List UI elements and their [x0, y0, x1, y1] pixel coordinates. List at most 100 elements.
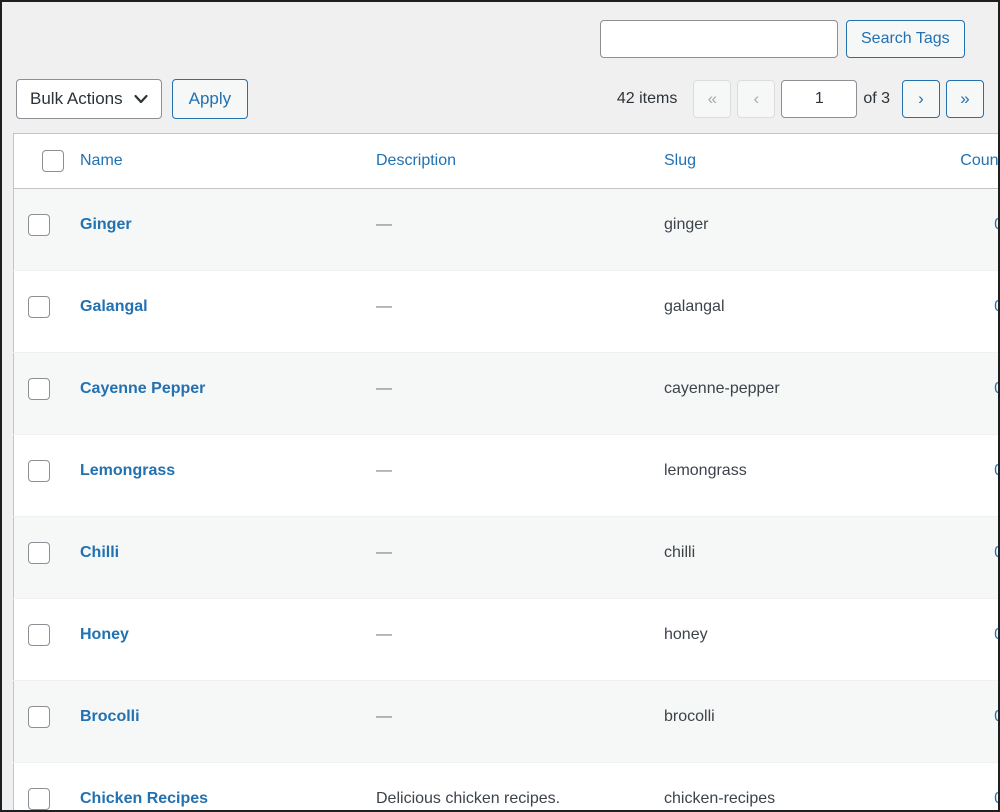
row-checkbox[interactable] — [28, 460, 50, 482]
row-select-cell — [13, 680, 80, 763]
tag-description: — — [376, 626, 392, 643]
tag-count-link[interactable]: 0 — [994, 462, 998, 479]
row-name-cell: Chicken Recipes — [80, 762, 376, 810]
row-name-cell: Ginger — [80, 188, 376, 271]
tag-name-link[interactable]: Chilli — [80, 544, 119, 561]
table-row[interactable]: Ginger — ginger 0 — [13, 188, 998, 271]
row-name-cell: Chilli — [80, 516, 376, 599]
row-count-cell: 0 — [907, 188, 998, 271]
tag-name-link[interactable]: Galangal — [80, 298, 148, 315]
tag-count-link[interactable]: 0 — [994, 298, 998, 315]
table-body: Ginger—ginger0Galangal—galangal0Cayenne … — [13, 188, 998, 810]
row-name-cell: Galangal — [80, 270, 376, 353]
table-row[interactable]: Brocolli — brocolli 0 — [13, 680, 998, 763]
apply-button[interactable]: Apply — [171, 79, 249, 119]
row-slug-cell: honey — [664, 598, 907, 681]
row-count-cell: 0 — [907, 516, 998, 599]
row-select-cell — [13, 434, 80, 517]
tag-name-link[interactable]: Brocolli — [80, 708, 140, 725]
row-checkbox[interactable] — [28, 214, 50, 236]
row-name-cell: Lemongrass — [80, 434, 376, 517]
tag-slug: cayenne-pepper — [664, 380, 780, 397]
column-header-name[interactable]: Name — [80, 133, 376, 189]
tag-name-link[interactable]: Ginger — [80, 216, 132, 233]
tag-description: — — [376, 216, 392, 233]
admin-page-frame: Search Tags Bulk Actions Apply 42 items … — [0, 0, 1000, 812]
row-count-cell: 0 — [907, 434, 998, 517]
row-slug-cell: chicken-recipes — [664, 762, 907, 810]
search-input[interactable] — [600, 20, 838, 58]
row-checkbox[interactable] — [28, 378, 50, 400]
tag-count-link[interactable]: 0 — [994, 626, 998, 643]
table-row[interactable]: Chilli — chilli 0 — [13, 516, 998, 599]
prev-page-button[interactable]: ‹ — [737, 80, 776, 118]
tag-count-link[interactable]: 0 — [994, 216, 998, 233]
tag-count-link[interactable]: 0 — [994, 708, 998, 725]
search-tags-button[interactable]: Search Tags — [846, 20, 965, 58]
next-page-button[interactable]: › — [902, 80, 940, 118]
row-checkbox[interactable] — [28, 706, 50, 728]
tag-count-link[interactable]: 0 — [994, 544, 998, 561]
column-header-description[interactable]: Description — [376, 133, 664, 189]
current-page-input[interactable] — [781, 80, 858, 118]
select-all-checkbox[interactable] — [42, 150, 64, 172]
row-description-cell: — — [376, 352, 664, 435]
tag-name-link[interactable]: Lemongrass — [80, 462, 175, 479]
tag-name-link[interactable]: Chicken Recipes — [80, 790, 208, 807]
row-description-cell: — — [376, 598, 664, 681]
row-description-cell: — — [376, 516, 664, 599]
row-select-cell — [13, 188, 80, 271]
tag-description: — — [376, 298, 392, 315]
table-row[interactable]: Chicken Recipes Delicious chicken recipes… — [13, 762, 998, 810]
last-page-button[interactable]: » — [946, 80, 984, 118]
tag-slug: brocolli — [664, 708, 715, 725]
table-row[interactable]: Honey — honey 0 — [13, 598, 998, 681]
tag-count-link[interactable]: 0 — [994, 790, 998, 807]
row-slug-cell: chilli — [664, 516, 907, 599]
row-description-cell: Delicious chicken recipes. — [376, 762, 664, 810]
row-slug-cell: brocolli — [664, 680, 907, 763]
select-all-checkbox-wrap — [28, 149, 64, 172]
total-pages-label: of 3 — [863, 90, 890, 107]
first-page-button[interactable]: « — [693, 80, 732, 118]
table-head: Name Description Slug Count — [13, 133, 998, 189]
row-description-cell: — — [376, 188, 664, 271]
column-header-count[interactable]: Count — [907, 133, 998, 189]
table-row[interactable]: Galangal — galangal 0 — [13, 270, 998, 353]
row-checkbox[interactable] — [28, 542, 50, 564]
tag-description: — — [376, 544, 392, 561]
items-count: 42 items — [616, 90, 678, 107]
table-row[interactable]: Lemongrass — lemongrass 0 — [13, 434, 998, 517]
row-select-cell — [13, 352, 80, 435]
row-select-cell — [13, 598, 80, 681]
tablenav-top: Search Tags Bulk Actions Apply 42 items … — [2, 2, 998, 128]
tag-count-link[interactable]: 0 — [994, 380, 998, 397]
row-checkbox[interactable] — [28, 296, 50, 318]
row-name-cell: Honey — [80, 598, 376, 681]
select-all-header — [13, 133, 80, 189]
tag-description: Delicious chicken recipes. — [376, 790, 561, 807]
row-slug-cell: cayenne-pepper — [664, 352, 907, 435]
row-slug-cell: galangal — [664, 270, 907, 353]
row-count-cell: 0 — [907, 680, 998, 763]
row-checkbox[interactable] — [28, 624, 50, 646]
row-name-cell: Cayenne Pepper — [80, 352, 376, 435]
tag-name-link[interactable]: Honey — [80, 626, 129, 643]
row-count-cell: 0 — [907, 352, 998, 435]
table-header-row: Name Description Slug Count — [13, 133, 998, 189]
row-name-cell: Brocolli — [80, 680, 376, 763]
row-count-cell: 0 — [907, 762, 998, 810]
row-select-cell — [13, 270, 80, 353]
tag-name-link[interactable]: Cayenne Pepper — [80, 380, 205, 397]
bulk-actions-select[interactable]: Bulk Actions — [16, 79, 162, 119]
row-checkbox[interactable] — [28, 788, 50, 810]
tags-table: Name Description Slug Count Ginger — ginge… — [13, 133, 998, 810]
tag-slug: lemongrass — [664, 462, 747, 479]
row-description-cell: — — [376, 680, 664, 763]
column-header-slug[interactable]: Slug — [664, 133, 907, 189]
table-row[interactable]: Cayenne Pepper — cayenne-pepper 0 — [13, 352, 998, 435]
tag-slug: galangal — [664, 298, 725, 315]
tag-description: — — [376, 380, 392, 397]
bulk-actions-select-wrap[interactable]: Bulk Actions — [16, 79, 162, 119]
row-count-cell: 0 — [907, 270, 998, 353]
